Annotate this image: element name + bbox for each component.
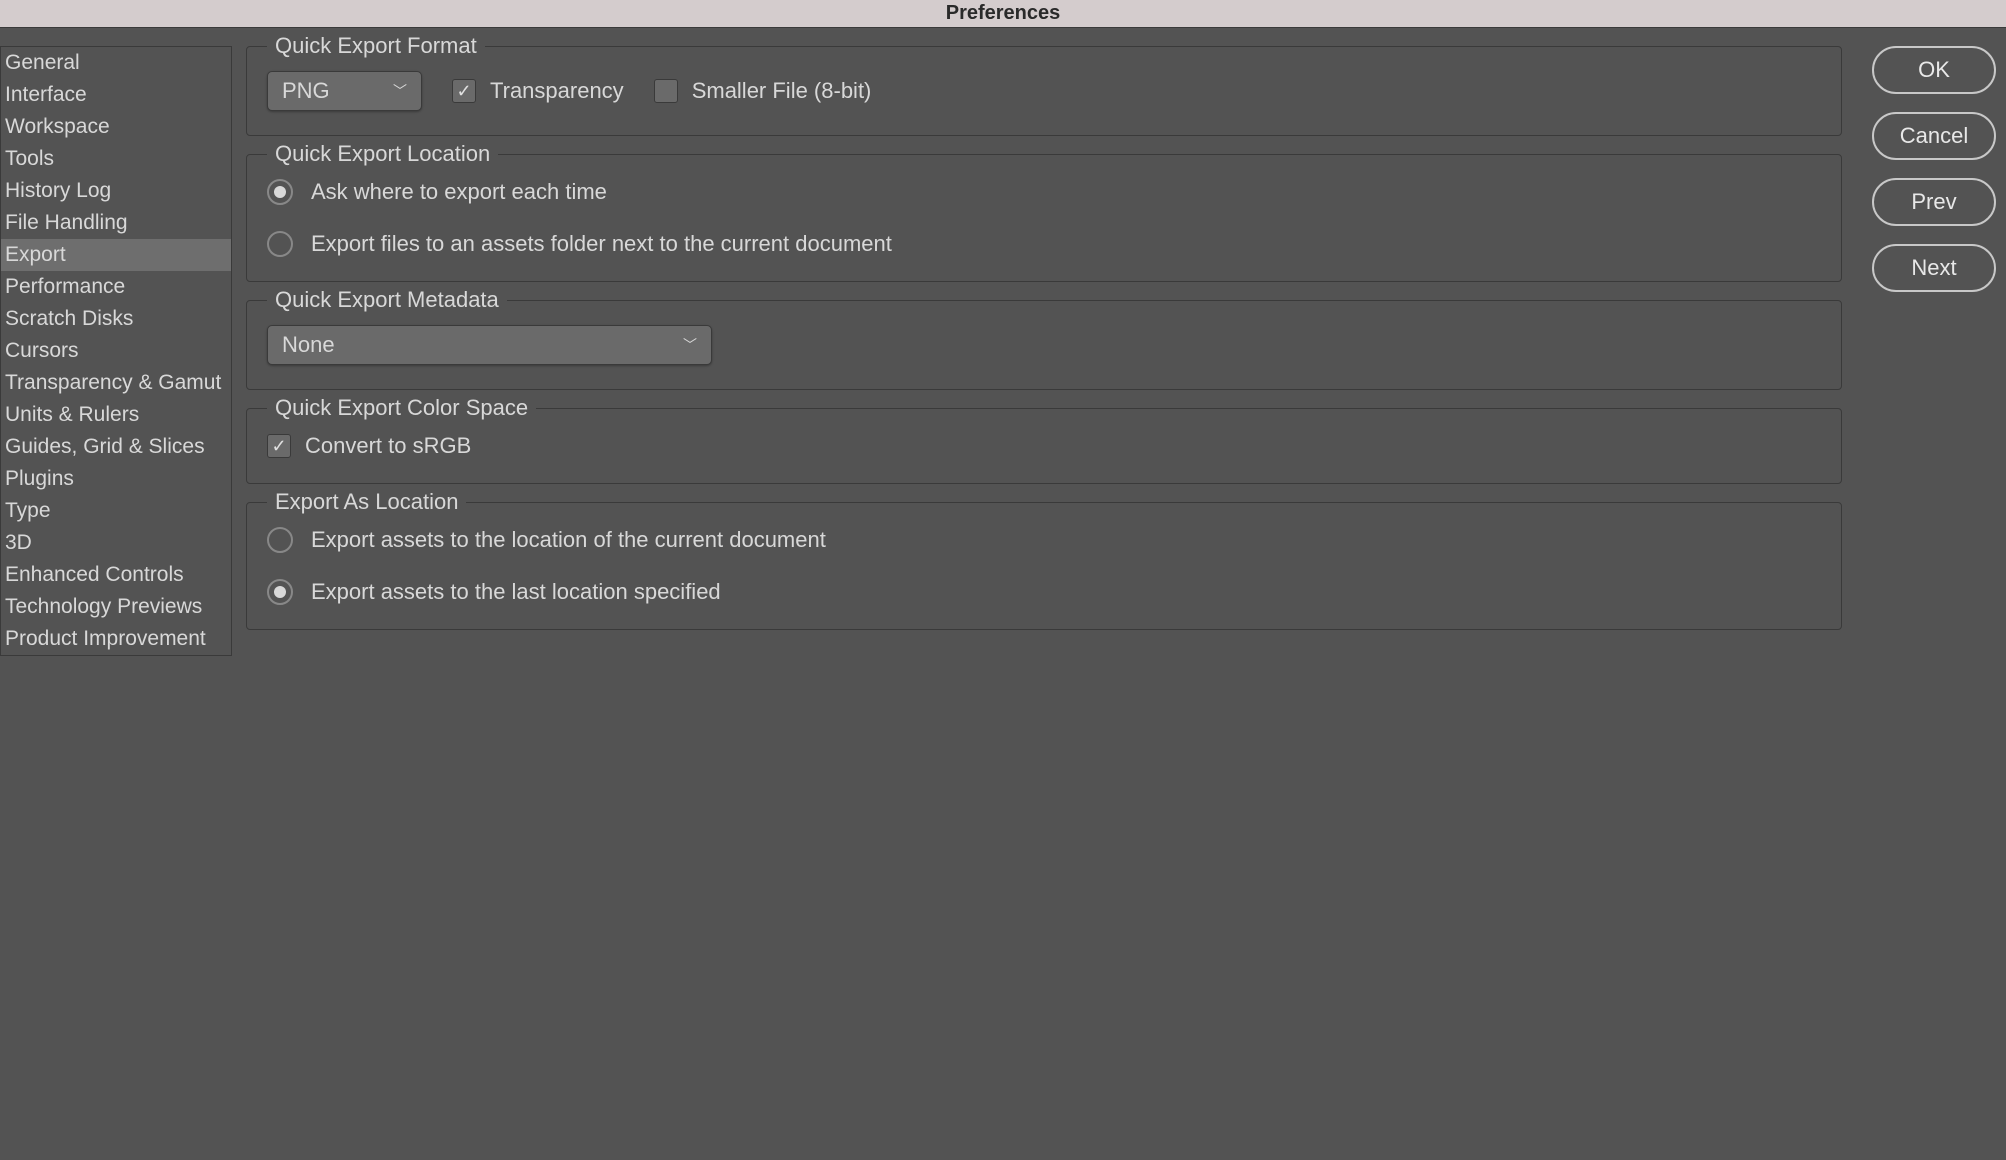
sidebar-item-tools[interactable]: Tools xyxy=(1,143,231,175)
quick-export-format-group: Quick Export Format PNG ﹀ Transparency S… xyxy=(246,46,1842,136)
sidebar-item-interface[interactable]: Interface xyxy=(1,79,231,111)
location-legend: Quick Export Location xyxy=(267,141,498,167)
sidebar-item-performance[interactable]: Performance xyxy=(1,271,231,303)
metadata-select[interactable]: None ﹀ xyxy=(267,325,712,365)
sidebar-item-enhanced-controls[interactable]: Enhanced Controls xyxy=(1,559,231,591)
prev-button[interactable]: Prev xyxy=(1872,178,1996,226)
smaller-file-checkbox[interactable] xyxy=(654,79,678,103)
transparency-label: Transparency xyxy=(490,78,624,104)
smaller-file-label: Smaller File (8-bit) xyxy=(692,78,872,104)
quick-export-metadata-group: Quick Export Metadata None ﹀ xyxy=(246,300,1842,390)
sidebar-item-general[interactable]: General xyxy=(1,47,231,79)
format-select-value: PNG xyxy=(282,78,330,104)
next-button[interactable]: Next xyxy=(1872,244,1996,292)
chevron-down-icon: ﹀ xyxy=(683,335,697,355)
radio-ask-where-label: Ask where to export each time xyxy=(311,179,607,205)
radio-current-doc-location[interactable] xyxy=(267,527,293,553)
sidebar-item-technology-previews[interactable]: Technology Previews xyxy=(1,591,231,623)
colorspace-legend: Quick Export Color Space xyxy=(267,395,536,421)
chevron-down-icon: ﹀ xyxy=(393,81,407,101)
radio-current-doc-label: Export assets to the location of the cur… xyxy=(311,527,826,553)
metadata-select-value: None xyxy=(282,332,335,358)
radio-last-location[interactable] xyxy=(267,579,293,605)
ok-button[interactable]: OK xyxy=(1872,46,1996,94)
sidebar-item-workspace[interactable]: Workspace xyxy=(1,111,231,143)
convert-srgb-label: Convert to sRGB xyxy=(305,433,471,459)
sidebar-item-export[interactable]: Export xyxy=(1,239,231,271)
export-as-legend: Export As Location xyxy=(267,489,466,515)
sidebar-item-transparency-gamut[interactable]: Transparency & Gamut xyxy=(1,367,231,399)
sidebar-item-3d[interactable]: 3D xyxy=(1,527,231,559)
radio-assets-folder-label: Export files to an assets folder next to… xyxy=(311,231,892,257)
sidebar-item-plugins[interactable]: Plugins xyxy=(1,463,231,495)
convert-srgb-checkbox[interactable] xyxy=(267,434,291,458)
sidebar-item-type[interactable]: Type xyxy=(1,495,231,527)
format-select[interactable]: PNG ﹀ xyxy=(267,71,422,111)
format-legend: Quick Export Format xyxy=(267,33,485,59)
radio-ask-where[interactable] xyxy=(267,179,293,205)
quick-export-location-group: Quick Export Location Ask where to expor… xyxy=(246,154,1842,282)
sidebar-item-cursors[interactable]: Cursors xyxy=(1,335,231,367)
quick-export-color-space-group: Quick Export Color Space Convert to sRGB xyxy=(246,408,1842,484)
cancel-button[interactable]: Cancel xyxy=(1872,112,1996,160)
sidebar-item-guides-grid-slices[interactable]: Guides, Grid & Slices xyxy=(1,431,231,463)
sidebar-item-units-rulers[interactable]: Units & Rulers xyxy=(1,399,231,431)
transparency-checkbox[interactable] xyxy=(452,79,476,103)
preferences-categories: General Interface Workspace Tools Histor… xyxy=(0,46,232,656)
radio-assets-folder[interactable] xyxy=(267,231,293,257)
window-title: Preferences xyxy=(0,0,2006,28)
sidebar-item-file-handling[interactable]: File Handling xyxy=(1,207,231,239)
sidebar-item-scratch-disks[interactable]: Scratch Disks xyxy=(1,303,231,335)
sidebar-item-product-improvement[interactable]: Product Improvement xyxy=(1,623,231,655)
export-as-location-group: Export As Location Export assets to the … xyxy=(246,502,1842,630)
radio-last-location-label: Export assets to the last location speci… xyxy=(311,579,721,605)
metadata-legend: Quick Export Metadata xyxy=(267,287,507,313)
sidebar-item-history-log[interactable]: History Log xyxy=(1,175,231,207)
